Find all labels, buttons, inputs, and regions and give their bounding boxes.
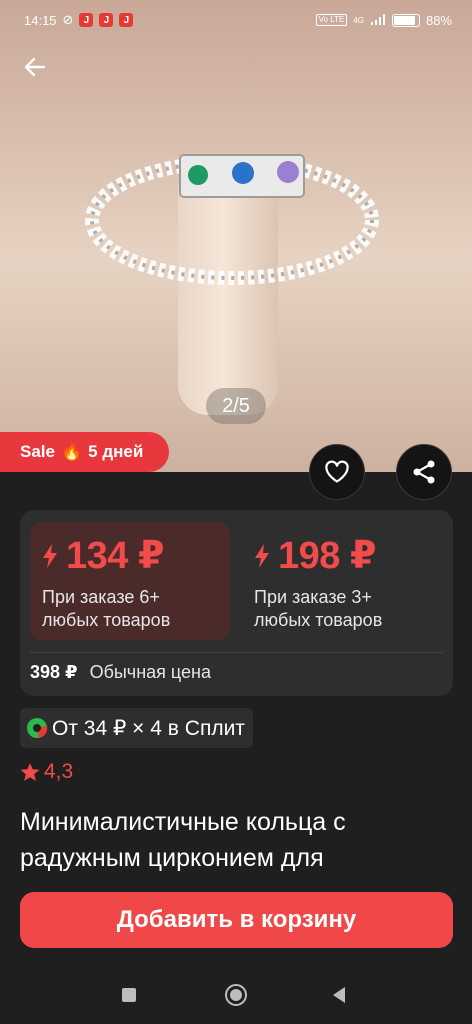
divider — [30, 652, 443, 653]
regular-price: 398 ₽ — [30, 662, 78, 682]
add-to-cart-button[interactable]: Добавить в корзину — [20, 892, 453, 948]
fire-icon: 🔥 — [60, 442, 83, 461]
split-logo-icon — [27, 718, 48, 738]
tier-condition: При заказе 3+ любых товаров — [254, 587, 383, 630]
home-button[interactable] — [225, 984, 247, 1006]
battery-percent: 88% — [425, 12, 452, 28]
back-button[interactable] — [18, 50, 52, 84]
star-icon — [20, 762, 40, 781]
app-notification-icon: J — [79, 13, 94, 27]
battery-fill — [393, 15, 416, 25]
product-title: Минималистичные кольца с радужным циркон… — [20, 808, 346, 872]
tier-condition: При заказе 6+ любых товаров — [42, 587, 171, 630]
sale-badge: Sale 🔥 5 дней — [0, 432, 170, 472]
price-tier-3plus[interactable]: 198 ₽ При заказе 3+ любых товаров — [242, 522, 442, 640]
tier-price: 198 ₽ — [278, 535, 376, 577]
system-back-button[interactable] — [333, 987, 345, 1003]
recent-apps-button[interactable] — [122, 988, 136, 1002]
volte-icon: Vo LTE — [315, 14, 348, 26]
price-tier-6plus[interactable]: 134 ₽ При заказе 6+ любых товаров — [30, 522, 230, 640]
lightning-icon — [43, 544, 57, 568]
signal-icon — [370, 14, 385, 25]
battery-icon — [391, 13, 420, 27]
arrow-left-icon — [24, 57, 46, 77]
sale-duration: 5 дней — [88, 442, 144, 461]
status-bar: 14:15 ⊘ J J J Vo LTE 4G 88% — [0, 0, 472, 40]
split-payment-badge[interactable]: От 34 ₽ × 4 в Сплит — [20, 708, 253, 748]
gallery-indicator: 2/5 — [206, 388, 266, 424]
app-notification-icon: J — [119, 13, 134, 27]
system-nav-bar — [0, 966, 472, 1024]
mute-icon: ⊘ — [62, 12, 74, 27]
heart-icon — [325, 460, 349, 483]
split-text: От 34 ₽ × 4 в Сплит — [52, 716, 245, 740]
sale-label: Sale — [20, 442, 55, 461]
tier-price: 134 ₽ — [66, 535, 164, 577]
rating[interactable]: 4,3 — [20, 760, 73, 784]
network-type: 4G — [353, 15, 364, 25]
regular-price-row: 398 ₽ Обычная цена — [30, 662, 211, 683]
clock: 14:15 — [24, 12, 57, 28]
lightning-icon — [255, 544, 269, 568]
share-button[interactable] — [396, 444, 452, 500]
rating-value: 4,3 — [44, 760, 74, 783]
price-card: 134 ₽ При заказе 6+ любых товаров 198 ₽ … — [20, 510, 453, 696]
regular-price-label: Обычная цена — [89, 662, 211, 682]
app-notification-icon: J — [99, 13, 114, 27]
home-dot-icon — [230, 989, 242, 1001]
share-icon — [413, 460, 435, 484]
favorite-button[interactable] — [309, 444, 365, 500]
